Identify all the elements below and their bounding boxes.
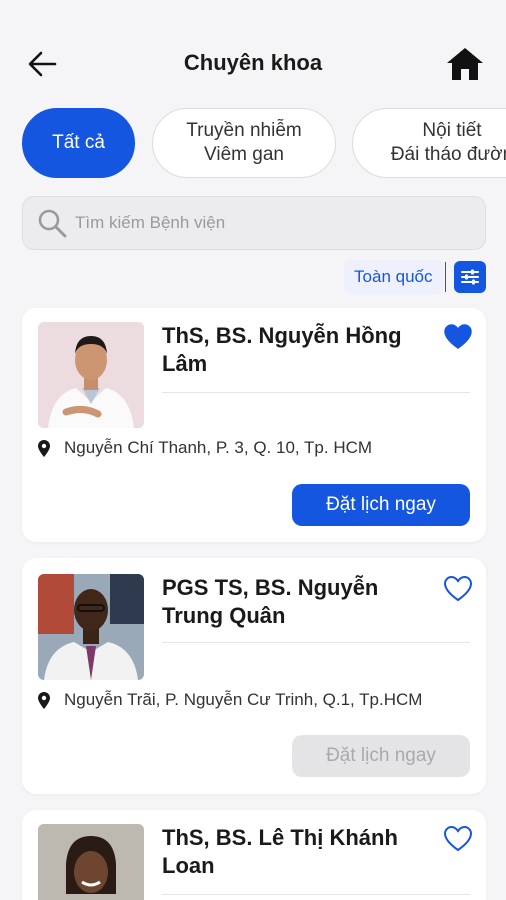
- page-title: Chuyên khoa: [183, 50, 323, 75]
- doctor-card[interactable]: ThS, BS. Lê Thị Khánh Loan: [22, 810, 486, 900]
- doctor-name: PGS TS, BS. Nguyễn Trung Quân: [162, 575, 379, 628]
- map-pin-icon: [38, 691, 50, 709]
- filter-button[interactable]: [454, 261, 486, 293]
- divider: [162, 392, 470, 393]
- search-icon: [38, 209, 67, 238]
- book-now-button[interactable]: Đặt lịch ngay: [292, 484, 470, 526]
- search-input[interactable]: [75, 213, 455, 233]
- chip-all[interactable]: Tất cả: [22, 108, 135, 178]
- doctor-card[interactable]: ThS, BS. Nguyễn Hồng Lâm Nguyễn Chí Than…: [22, 308, 486, 542]
- specialty-chip-list: Tất cả Truyền nhiễm Viêm gan Nội tiết Đá…: [22, 108, 506, 180]
- chip-label-line2: Viêm gan: [204, 144, 284, 165]
- heart-icon[interactable]: [444, 576, 472, 602]
- map-pin-icon: [38, 439, 50, 457]
- region-selector[interactable]: Toàn quốc: [344, 260, 443, 294]
- chip-endocrine-diabetes[interactable]: Nội tiết Đái tháo đườn: [352, 108, 506, 178]
- sliders-icon: [461, 269, 479, 285]
- heart-icon[interactable]: [444, 826, 472, 852]
- search-bar[interactable]: [22, 196, 486, 250]
- chip-infectious-hepatitis[interactable]: Truyền nhiễm Viêm gan: [152, 108, 336, 178]
- doctor-avatar: [38, 574, 144, 680]
- doctor-card[interactable]: PGS TS, BS. Nguyễn Trung Quân Nguyễn Trã…: [22, 558, 486, 794]
- divider: [162, 642, 470, 643]
- region-filter-bar: Toàn quốc: [336, 258, 486, 296]
- book-now-button[interactable]: Đặt lịch ngay: [292, 735, 470, 777]
- divider: [162, 894, 470, 895]
- chip-label-line2: Đái tháo đườn: [390, 144, 506, 165]
- doctor-address: Nguyễn Chí Thanh, P. 3, Q. 10, Tp. HCM: [38, 438, 372, 458]
- address-text: Nguyễn Trãi, P. Nguyễn Cư Trinh, Q.1, Tp…: [64, 690, 423, 709]
- chip-label: Tất cả: [52, 132, 105, 153]
- doctor-name: ThS, BS. Nguyễn Hồng Lâm: [162, 323, 402, 376]
- doctor-avatar: [38, 322, 144, 428]
- home-icon: [447, 48, 483, 80]
- doctor-name: ThS, BS. Lê Thị Khánh Loan: [162, 825, 398, 878]
- doctor-avatar: [38, 824, 144, 900]
- divider: [444, 262, 446, 292]
- chip-label-line1: Nội tiết: [422, 120, 482, 141]
- doctor-address: Nguyễn Trãi, P. Nguyễn Cư Trinh, Q.1, Tp…: [38, 690, 422, 710]
- heart-icon[interactable]: [444, 324, 472, 350]
- home-button[interactable]: [444, 44, 486, 84]
- chip-label-line1: Truyền nhiễm: [186, 120, 302, 141]
- address-text: Nguyễn Chí Thanh, P. 3, Q. 10, Tp. HCM: [64, 438, 373, 457]
